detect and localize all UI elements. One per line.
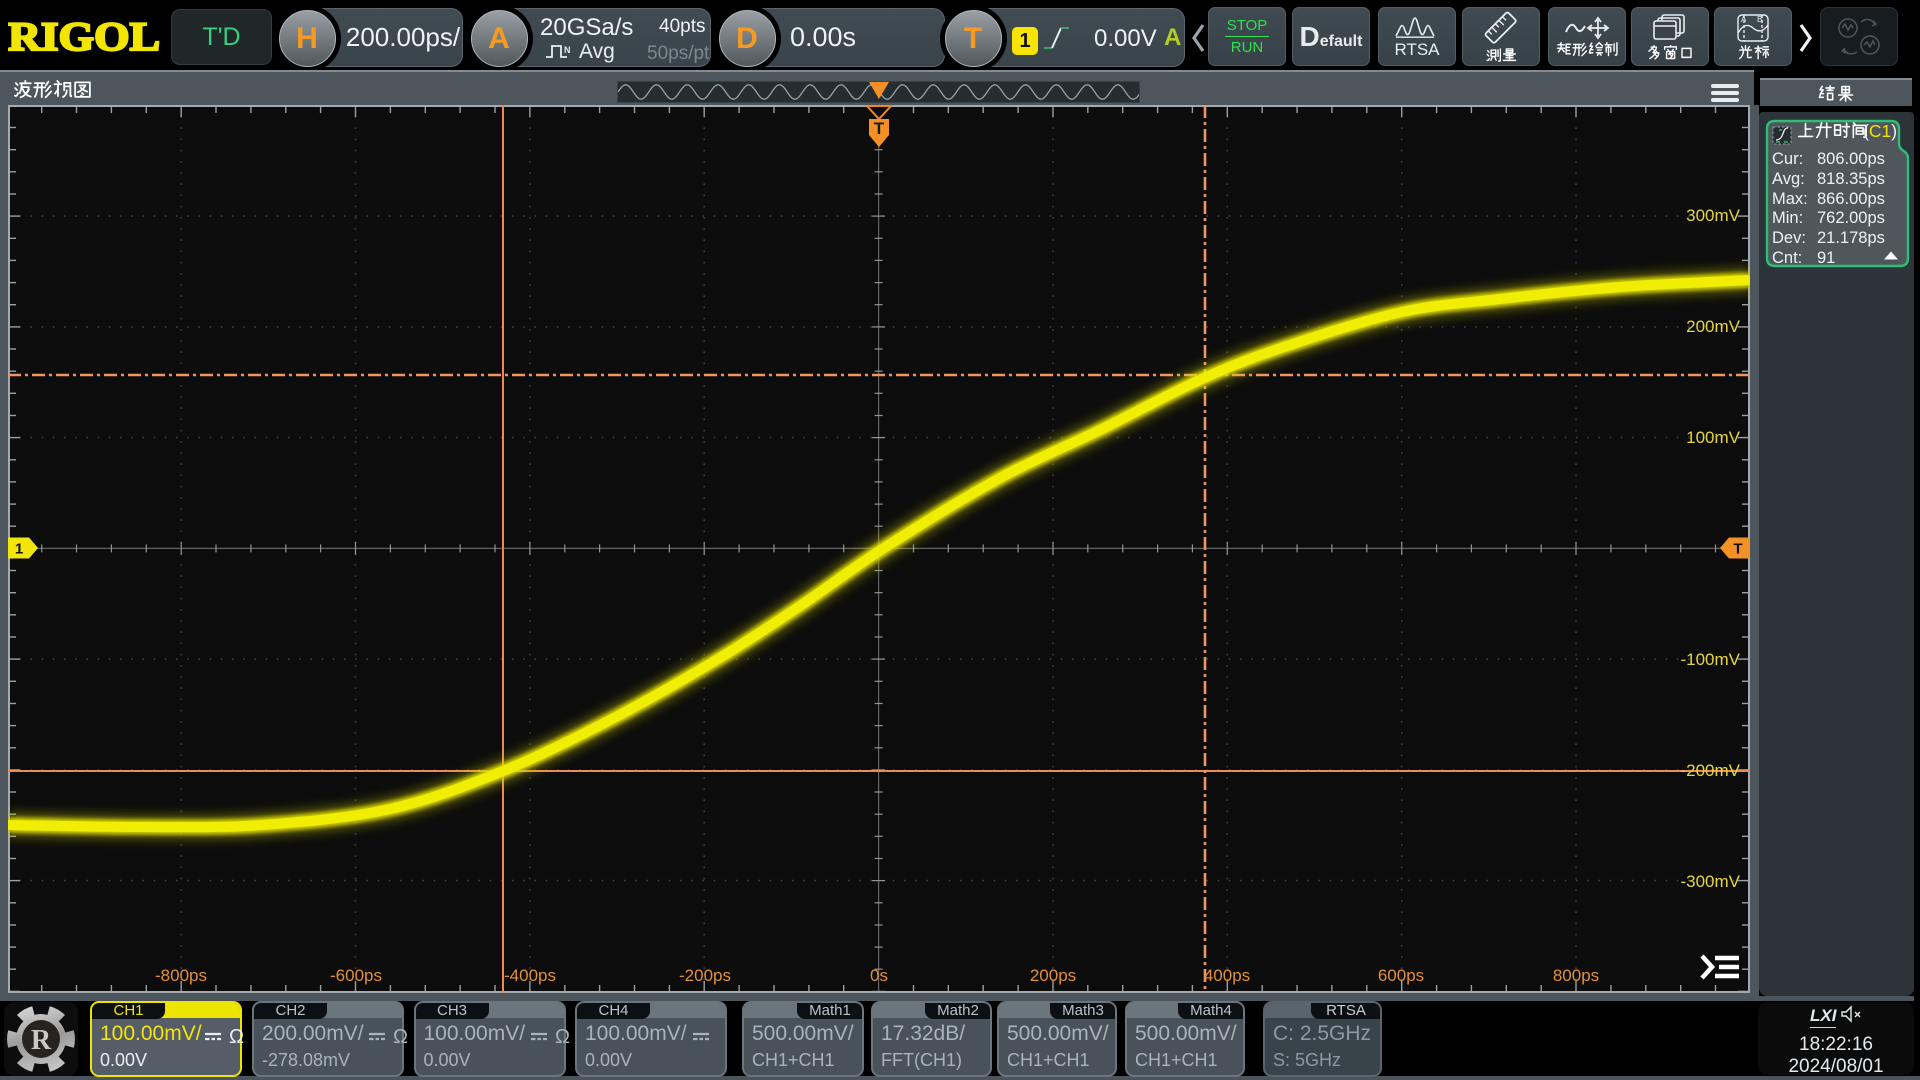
svg-text:N: N <box>564 45 571 55</box>
svg-text:R: R <box>31 1025 52 1056</box>
svg-text:A: A <box>1741 15 1747 24</box>
svg-text:RIGOL: RIGOL <box>8 16 160 59</box>
svg-text:B: B <box>1757 15 1762 24</box>
svg-text:1: 1 <box>15 541 23 558</box>
svg-text:T: T <box>1733 541 1742 558</box>
svg-text:T: T <box>874 119 885 138</box>
